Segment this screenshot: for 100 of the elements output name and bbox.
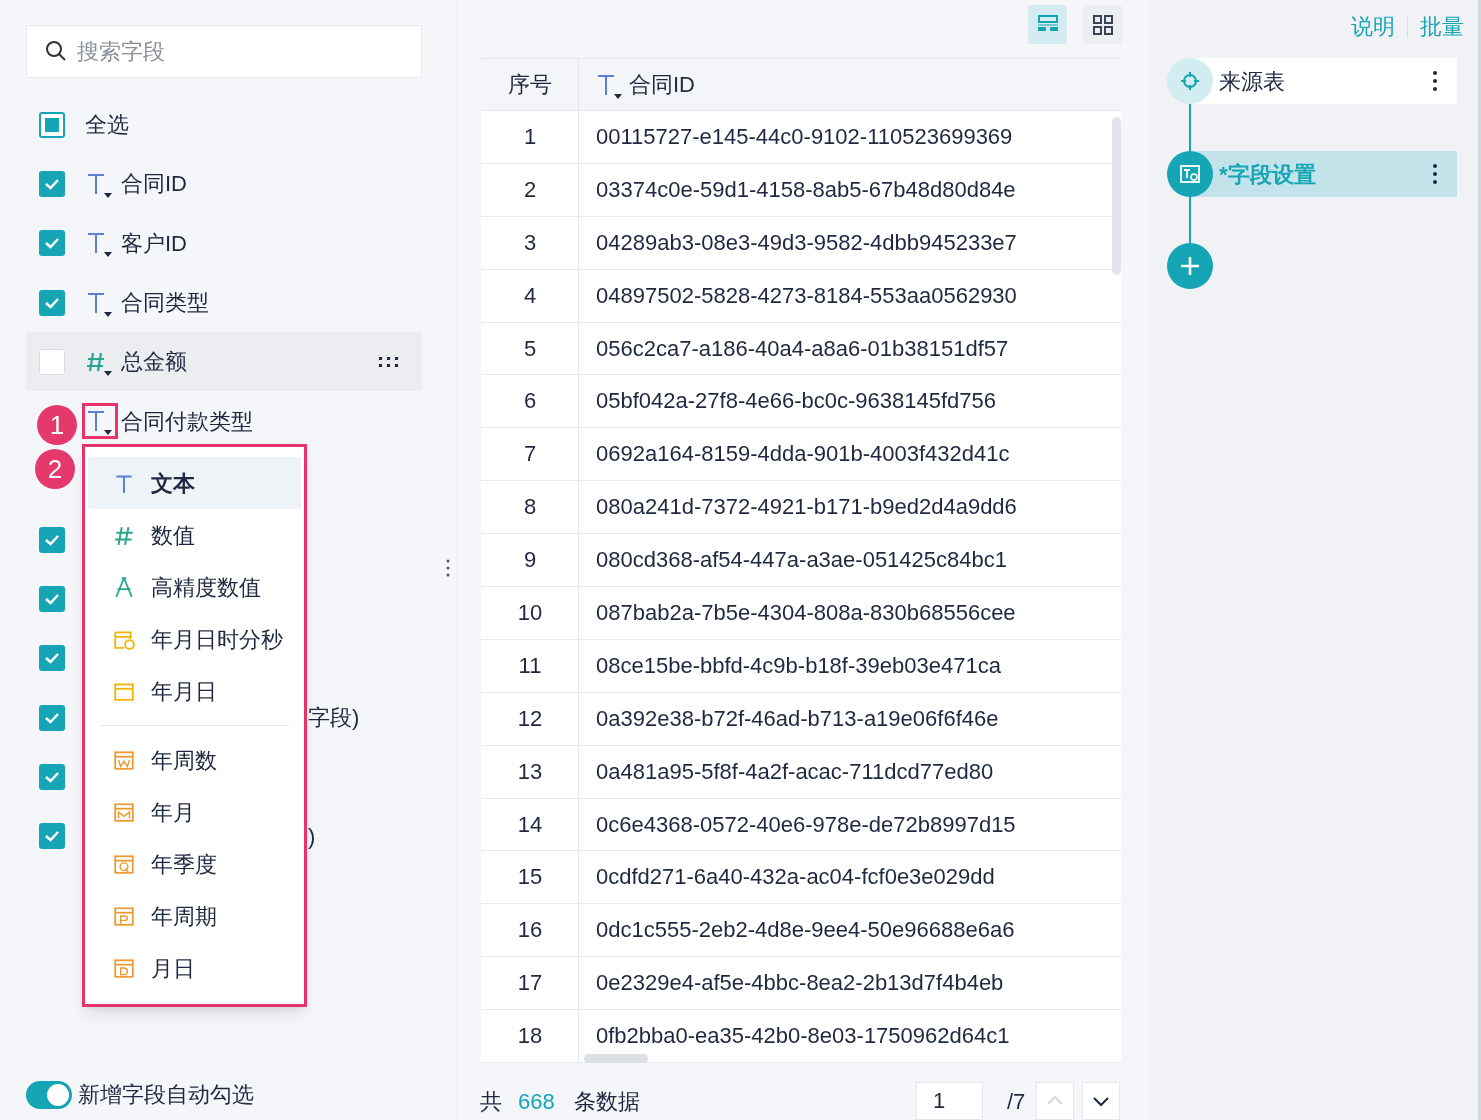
- table-cell: 04289ab3-08e3-49d3-9582-4dbb945233e7: [596, 228, 1017, 257]
- field-name: 字段): [308, 704, 360, 733]
- table-cell-text: 10: [516, 598, 544, 627]
- table-cell-text: 12: [516, 704, 544, 733]
- table-cell-text: 15: [516, 863, 544, 892]
- table-cell-text: 13: [516, 757, 544, 786]
- checkbox[interactable]: [39, 823, 65, 850]
- select-all-label: 全选: [85, 111, 129, 140]
- field-name: 总金额: [121, 348, 187, 377]
- table-cell-text: 8: [522, 493, 538, 522]
- calendar-icon: [113, 957, 135, 979]
- field-name: 客户ID: [121, 229, 187, 258]
- step-label: 来源表: [1219, 67, 1286, 96]
- calendar-icon: [113, 801, 135, 823]
- field-settings-icon[interactable]: [1167, 151, 1213, 197]
- grid-view-icon: [1091, 13, 1114, 36]
- table-cell-text: 17: [516, 969, 544, 998]
- table-cell: 04897502-5828-4273-8184-553aa0562930: [596, 281, 1017, 310]
- step-card[interactable]: 来源表: [1193, 58, 1457, 104]
- toggle-switch[interactable]: [26, 1080, 72, 1109]
- checkbox[interactable]: [39, 230, 65, 257]
- type-option[interactable]: 年月日: [88, 665, 301, 717]
- text-type-icon: [113, 472, 135, 494]
- toggle-label: 新增字段自动勾选: [78, 1081, 254, 1109]
- table-cell: 0e2329e4-af5e-4bbc-8ea2-2b13d7f4b4eb: [596, 969, 1004, 998]
- add-step-button[interactable]: [1167, 243, 1213, 289]
- table-cell: 056c2ca7-a186-40a4-a8a6-01b38151df57: [596, 334, 1009, 363]
- type-option[interactable]: 年月日时分秒: [88, 613, 301, 665]
- table-cell: 0cdfd271-6a40-432a-ac04-fcf0e3e029dd: [596, 863, 995, 892]
- calendar-icon: [113, 853, 135, 875]
- step-marker: 1: [37, 405, 77, 445]
- table-cell-text: 18: [516, 1022, 544, 1051]
- column-header: 序号: [481, 59, 579, 110]
- step-label: *字段设置: [1219, 160, 1317, 189]
- page-total: /7: [1007, 1088, 1026, 1116]
- checkbox[interactable]: [39, 704, 65, 731]
- step-marker: 2: [35, 449, 75, 489]
- view-toggle-button[interactable]: [1083, 5, 1122, 44]
- type-option[interactable]: 年周期: [88, 890, 301, 942]
- plus-icon: [1179, 255, 1201, 277]
- type-option[interactable]: 年周数: [88, 734, 301, 786]
- crosshair-icon[interactable]: [1167, 58, 1213, 104]
- table-cell-text: 7: [522, 440, 538, 469]
- table-cell: 0fb2bba0-ea35-42b0-8e03-1750962d64c1: [596, 1022, 1010, 1051]
- view-toggle-button[interactable]: [1028, 5, 1067, 44]
- table-cell: 03374c0e-59d1-4158-8ab5-67b48d80d84e: [596, 175, 1016, 204]
- field-row[interactable]: 总金额: [26, 332, 422, 392]
- compass-icon: [113, 576, 135, 598]
- resize-handle-icon[interactable]: [446, 558, 450, 578]
- checkbox[interactable]: [39, 111, 65, 138]
- calendar-icon: [113, 749, 135, 771]
- total-label: 共: [480, 1088, 502, 1116]
- hash-icon: [113, 524, 135, 546]
- field-name: 合同付款类型: [121, 407, 253, 436]
- table-cell: 0dc1c555-2eb2-4d8e-9ee4-50e96688e6a6: [596, 916, 1015, 945]
- page-input[interactable]: 1: [916, 1082, 983, 1120]
- type-option[interactable]: 年月: [88, 786, 301, 838]
- checkbox[interactable]: [39, 586, 65, 612]
- search-field[interactable]: 搜索字段: [26, 25, 422, 78]
- checkbox[interactable]: [39, 289, 65, 316]
- scrollbar[interactable]: [584, 1054, 648, 1063]
- more-icon[interactable]: [1433, 70, 1437, 92]
- checkbox[interactable]: [39, 170, 65, 197]
- table-cell-text: 14: [516, 810, 544, 839]
- table-cell-text: 6: [522, 387, 538, 416]
- column-header: 合同ID: [579, 59, 1121, 110]
- checkbox[interactable]: [39, 645, 65, 672]
- search-icon: [45, 40, 67, 62]
- total-count: 668: [518, 1088, 555, 1116]
- table-cell: 00115727-e145-44c0-9102-110523699369: [596, 122, 1013, 151]
- type-option[interactable]: 文本: [88, 457, 301, 509]
- checkbox[interactable]: [39, 763, 65, 790]
- table-cell: 087bab2a-7b5e-4304-808a-830b68556cee: [596, 598, 1016, 627]
- table-cell: 080cd368-af54-447a-a3ae-051425c84bc1: [596, 546, 1007, 575]
- text-type-icon[interactable]: [85, 406, 115, 437]
- field-name: 合同类型: [121, 289, 209, 318]
- checkbox[interactable]: [39, 526, 65, 553]
- drag-handle-icon[interactable]: [378, 355, 400, 368]
- table-cell-text: 16: [516, 916, 544, 945]
- table-cell-text: 1: [522, 122, 538, 151]
- table-cell-text: 5: [522, 334, 538, 363]
- table-cell-text: 11: [517, 651, 543, 680]
- table-cell: 0a392e38-b72f-46ad-b713-a19e06f6f46e: [596, 704, 999, 733]
- table-cell: 05bf042a-27f8-4e66-bc0c-9638145fd756: [596, 387, 996, 416]
- scrollbar[interactable]: [1112, 117, 1121, 275]
- table-cell-text: 9: [522, 546, 538, 575]
- type-option[interactable]: 月日: [88, 942, 301, 994]
- table-cell: 0692a164-8159-4dda-901b-4003f432d41c: [596, 440, 1010, 469]
- type-option[interactable]: 数值: [88, 509, 301, 561]
- field-name: 合同ID: [121, 170, 187, 199]
- next-page-button[interactable]: [1082, 1082, 1120, 1120]
- type-option[interactable]: 高精度数值: [88, 561, 301, 613]
- table-cell: 08ce15be-bbfd-4c9b-b18f-39eb03e471ca: [596, 651, 1001, 680]
- more-icon[interactable]: [1433, 163, 1437, 185]
- table-cell: 0a481a95-5f8f-4a2f-acac-711dcd77ed80: [596, 757, 994, 786]
- table-cell-text: 3: [522, 228, 538, 257]
- table-cell-text: 4: [522, 281, 538, 310]
- table-cell: 080a241d-7372-4921-b171-b9ed2d4a9dd6: [596, 493, 1017, 522]
- type-option[interactable]: 年季度: [88, 838, 301, 890]
- field-name: ): [308, 822, 316, 851]
